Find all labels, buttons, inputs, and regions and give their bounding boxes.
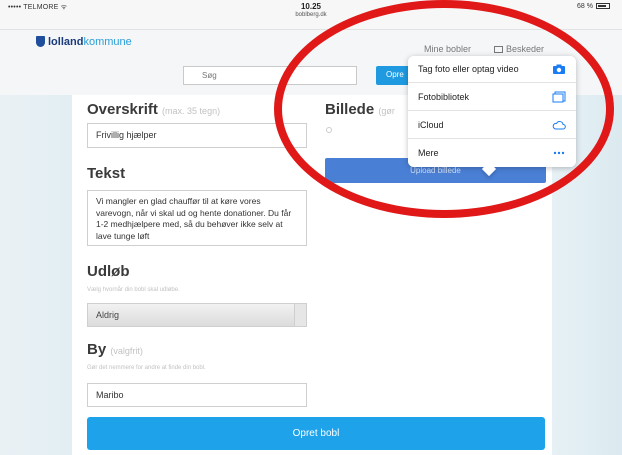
more-dots-icon [553,151,565,155]
udlob-hint: Vælg hvornår din bobl skal udløbe. [87,287,180,293]
photo-source-popover: Tag foto eller optag video Fotobibliotek… [408,56,576,177]
popover-item-photo-library[interactable]: Fotobibliotek [408,84,576,111]
udlob-heading: Udløb [87,263,130,280]
billede-radio[interactable] [326,127,332,133]
clock: 10.25 [300,2,322,11]
by-label: By [87,341,107,358]
popover-item-icloud[interactable]: iCloud [408,112,576,139]
popover-item-label: iCloud [418,120,444,130]
opret-bobl-button[interactable]: Opret bobl [87,417,545,450]
tekst-textarea[interactable]: Vi mangler en glad chauffør til at køre … [87,190,307,246]
overskrift-heading: Overskrift (max. 35 tegn) [87,101,220,118]
camera-icon [553,64,565,74]
popover-item-label: Mere [418,148,439,158]
popover-item-camera[interactable]: Tag foto eller optag video [408,56,576,83]
cloud-icon [552,121,566,130]
udlob-selected-value: Aldrig [96,310,120,320]
billede-label: Billede [325,101,375,118]
popover-item-more[interactable]: Mere [408,140,576,167]
by-subhint: Gør det nemmere for andre at finde din b… [87,365,206,371]
battery-percent: 68 % [577,3,593,10]
by-heading: By (valgfrit) [87,341,143,358]
billede-hint: (gør [378,106,395,116]
photo-library-icon [552,91,566,103]
site-logo[interactable]: lollandkommune [36,36,132,48]
status-bar: ••••• TELMORE ᯤ 10.25 boblberg.dk 68 % [0,0,622,30]
logo-text-b: kommune [83,36,132,48]
select-caret-icon [294,304,306,326]
battery-indicator: 68 % [577,3,610,10]
by-field[interactable]: Maribo [87,383,307,407]
crest-icon [36,36,45,47]
nav-mine-bobler[interactable]: Mine bobler [424,44,471,54]
background-left [0,95,72,455]
envelope-icon [494,46,503,53]
billede-heading: Billede (gør [325,101,395,118]
logo-text-a: lolland [48,36,84,48]
overskrift-label: Overskrift [87,101,158,118]
popover-item-label: Fotobibliotek [418,92,470,102]
battery-icon [596,3,610,10]
popover-item-label: Tag foto eller optag video [418,64,519,74]
udlob-select[interactable]: Aldrig [87,303,307,327]
nav-beskeder[interactable]: Beskeder [494,44,544,54]
overskrift-field[interactable]: Frivillig hjælper [87,123,307,148]
search-input[interactable] [183,66,357,85]
by-hint: (valgfrit) [110,346,143,356]
url-label: boblberg.dk [295,12,327,18]
overskrift-hint: (max. 35 tegn) [162,106,221,116]
nav-beskeder-label: Beskeder [506,44,545,54]
tekst-heading: Tekst [87,165,126,182]
